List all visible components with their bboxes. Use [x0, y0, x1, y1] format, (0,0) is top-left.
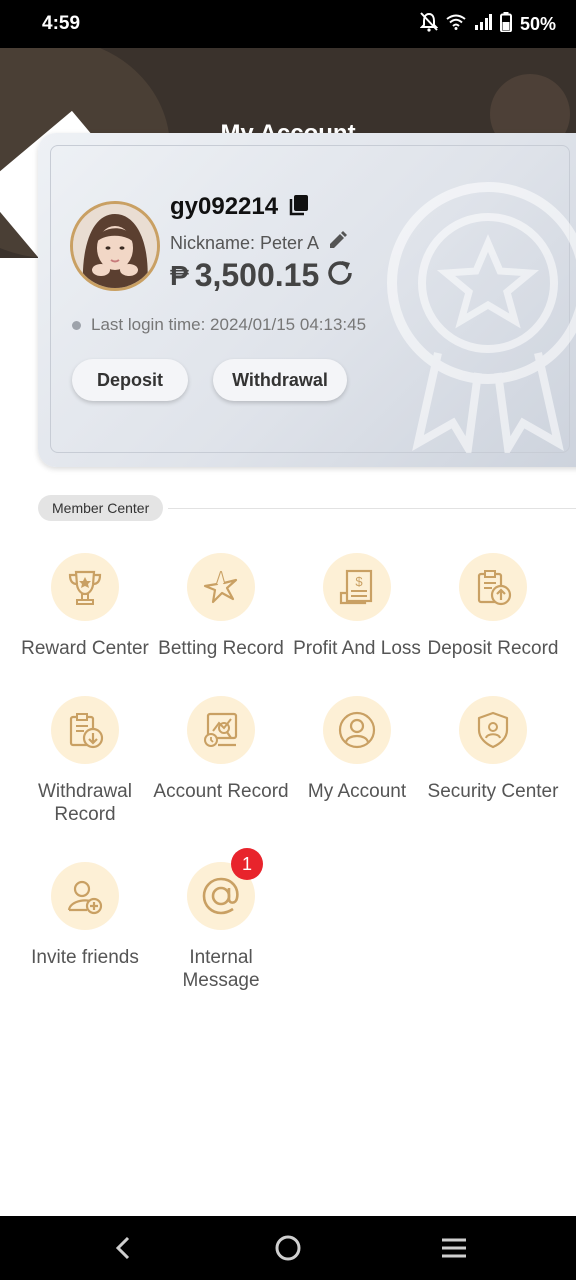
login-dot-icon [72, 320, 81, 330]
username: gy092214 [170, 193, 279, 220]
nav-back-icon [115, 1236, 130, 1260]
menu-label: Account Record [153, 781, 289, 802]
battery-icon [499, 12, 512, 37]
menu-label: Profit And Loss [293, 638, 421, 659]
bell-off-icon [419, 12, 439, 37]
menu-item-profit-and-loss[interactable]: $ Profit And Loss [287, 553, 427, 660]
menu-label: Security Center [427, 781, 559, 802]
menu-item-withdrawal-record[interactable]: Withdrawal Record [15, 696, 155, 826]
nav-home-icon [275, 1235, 301, 1261]
menu-label: Deposit Record [427, 638, 559, 659]
shield-user-icon [459, 696, 527, 764]
menu-item-reward-center[interactable]: Reward Center [15, 553, 155, 660]
menu-item-deposit-record[interactable]: Deposit Record [423, 553, 563, 660]
nickname-row: Nickname: Peter A [170, 231, 348, 256]
menu-label: Betting Record [158, 638, 284, 659]
nav-recents-icon [442, 1238, 466, 1258]
at-sign-icon: 1 [187, 848, 263, 930]
menu-item-security-center[interactable]: Security Center [423, 696, 563, 803]
last-login-row: Last login time: 2024/01/15 04:13:45 [72, 315, 366, 335]
menu-item-betting-record[interactable]: Betting Record [151, 553, 291, 660]
user-circle-icon [323, 696, 391, 764]
copy-icon[interactable] [288, 194, 310, 221]
nickname: Nickname: Peter A [170, 233, 320, 253]
avatar[interactable] [70, 201, 160, 291]
nav-home-button[interactable] [272, 1232, 304, 1264]
menu-label: Internal Message [182, 947, 260, 991]
balance-amount: 3,500.15 [194, 257, 320, 293]
dollar-document-icon: $ [323, 553, 391, 621]
menu-item-invite-friends[interactable]: Invite friends [15, 862, 155, 969]
profile-card: gy092214 Nickname: Peter A ₱ 3,500.15 La… [38, 133, 576, 467]
menu-item-my-account[interactable]: My Account [287, 696, 427, 803]
clipboard-download-icon [51, 696, 119, 764]
menu-label: Invite friends [31, 947, 139, 968]
svg-text:$: $ [355, 574, 363, 589]
clipboard-upload-icon [459, 553, 527, 621]
wifi-icon [446, 14, 466, 35]
section-title: Member Center [38, 495, 164, 521]
nav-recents-button[interactable] [438, 1232, 470, 1264]
refresh-icon[interactable] [325, 258, 355, 293]
username-row: gy092214 [170, 193, 310, 221]
notification-badge: 1 [231, 848, 263, 880]
star-burst-icon [187, 553, 255, 621]
status-time: 4:59 [42, 13, 81, 34]
status-bar: 4:59 50% [0, 0, 576, 48]
deposit-button[interactable]: Deposit [72, 359, 188, 401]
menu-label: My Account [307, 781, 407, 802]
member-center-header: Member Center [38, 495, 576, 521]
trophy-icon [51, 553, 119, 621]
user-plus-icon [51, 862, 119, 930]
monitor-chart-icon [187, 696, 255, 764]
signal-icon [474, 14, 492, 35]
withdrawal-button[interactable]: Withdrawal [213, 359, 347, 401]
menu-item-account-record[interactable]: Account Record [151, 696, 291, 803]
edit-pencil-icon[interactable] [327, 231, 348, 256]
menu-label: Reward Center [21, 638, 149, 659]
currency-symbol: ₱ [170, 259, 189, 291]
system-nav-bar [0, 1216, 576, 1280]
balance-row: ₱ 3,500.15 [170, 257, 355, 294]
medal-watermark-icon [378, 173, 576, 460]
last-login-text: Last login time: 2024/01/15 04:13:45 [91, 315, 367, 334]
nav-back-button[interactable] [107, 1232, 139, 1264]
battery-percent: 50% [519, 14, 556, 34]
menu-item-internal-message[interactable]: 1 Internal Message [151, 848, 291, 992]
status-icons: 50% [419, 12, 556, 37]
menu-label: Withdrawal Record [38, 781, 132, 825]
